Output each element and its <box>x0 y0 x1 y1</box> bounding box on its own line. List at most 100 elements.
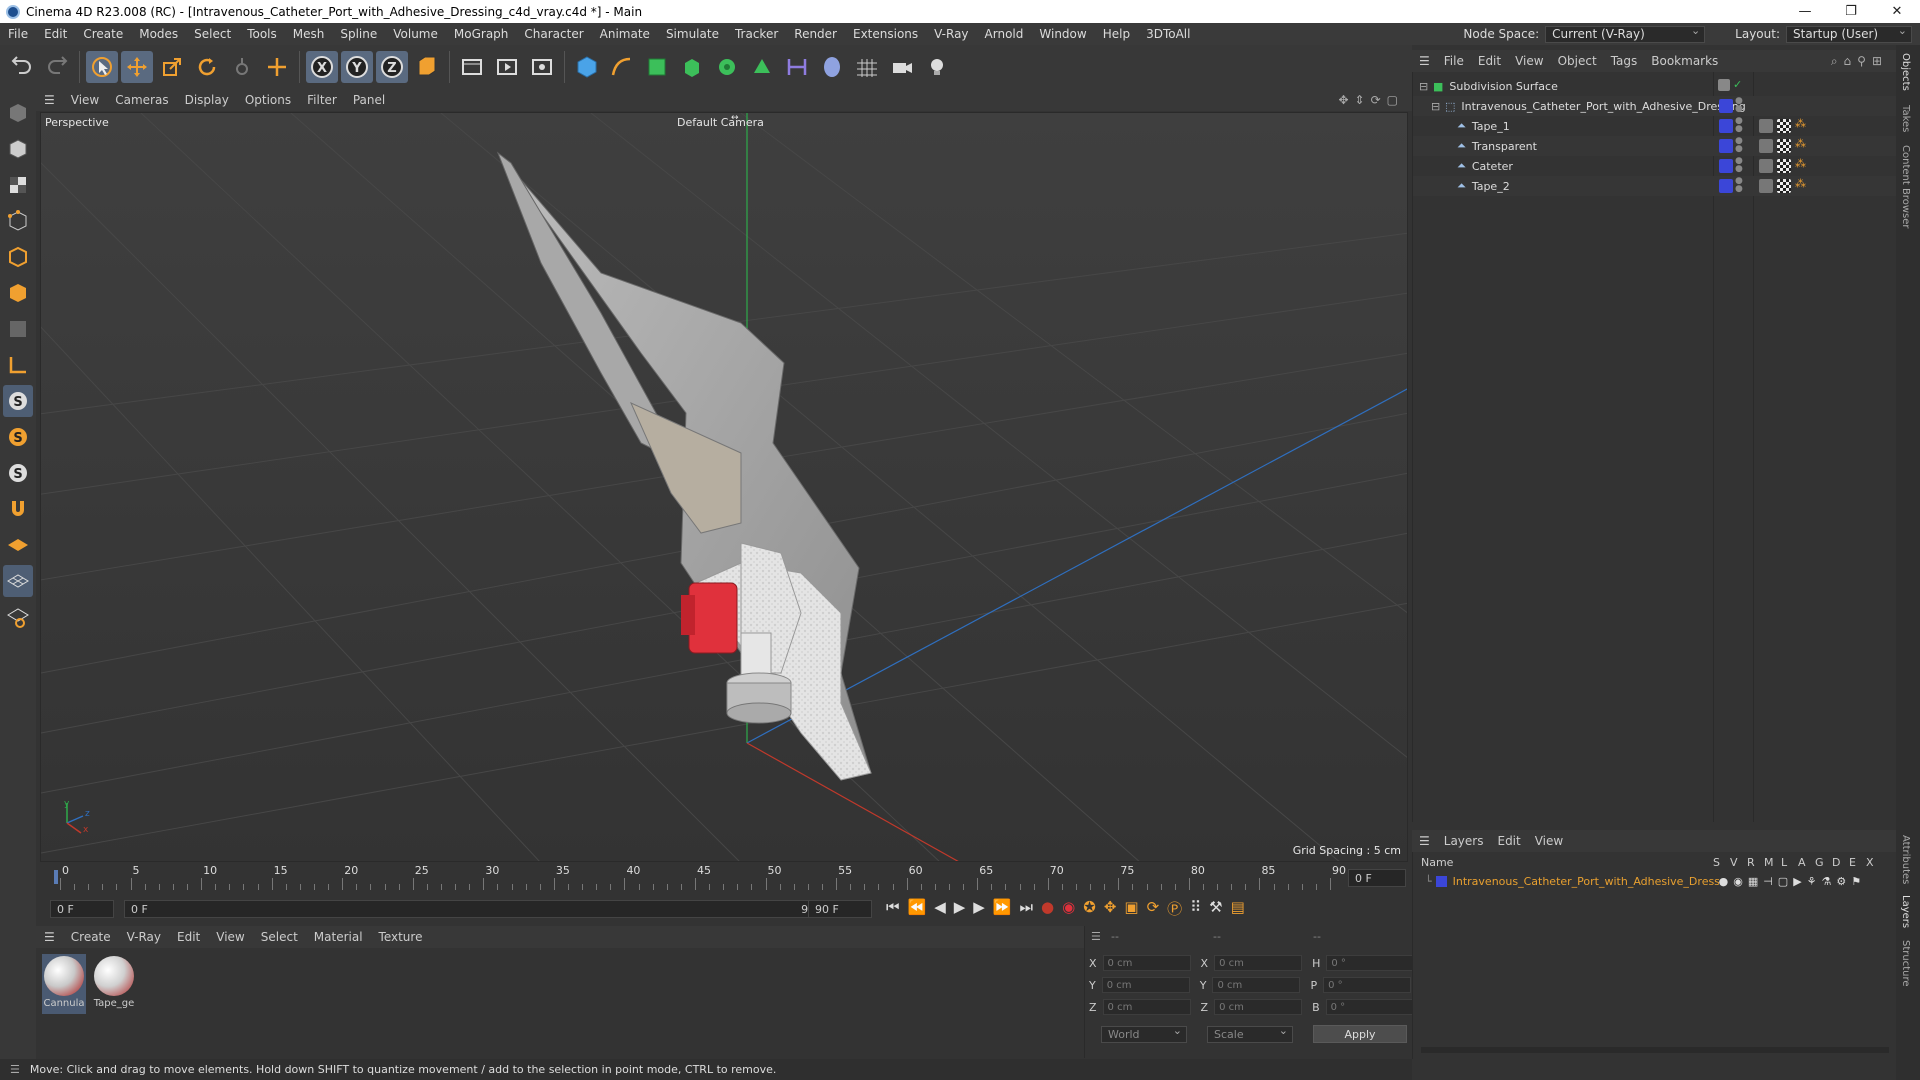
status-menu-icon[interactable]: ☰ <box>0 1063 30 1076</box>
menu-3dtoall[interactable]: 3DToAll <box>1138 27 1198 41</box>
active-camera-label[interactable]: Default Camera <box>677 116 764 129</box>
minimize-button[interactable]: — <box>1782 0 1828 23</box>
material-menu-material[interactable]: Material <box>306 930 371 944</box>
layer-menu-view[interactable]: View <box>1528 834 1570 848</box>
side-tab-layers[interactable]: Layers <box>1900 895 1911 928</box>
redo-icon[interactable] <box>41 51 73 83</box>
layer-color-swatch[interactable] <box>1719 159 1733 173</box>
menu-animate[interactable]: Animate <box>592 27 658 41</box>
uvw-tag-icon[interactable] <box>1777 139 1791 153</box>
viewport-menu-filter[interactable]: Filter <box>299 93 345 107</box>
enabled-check-icon[interactable]: ✓ <box>1733 78 1742 91</box>
next-frame-icon[interactable]: ▶ <box>973 898 985 919</box>
viewport-menu-panel[interactable]: Panel <box>345 93 393 107</box>
start-frame-field[interactable]: 0 F <box>50 900 114 918</box>
tweak-magnet-icon[interactable] <box>3 493 33 525</box>
object-row-catheter-port[interactable]: ⊟ ⬚ Intravenous_Catheter_Port_with_Adhes… <box>1413 96 1897 116</box>
object-menu-object[interactable]: Object <box>1551 54 1604 68</box>
rotate-tool-icon[interactable] <box>191 51 223 83</box>
floor-grid-icon[interactable] <box>851 51 883 83</box>
render-settings-icon[interactable] <box>526 51 558 83</box>
size-mode-dropdown[interactable]: Scale <box>1207 1024 1293 1043</box>
layer-row[interactable]: └ Intravenous_Catheter_Port_with_Adhesiv… <box>1413 872 1897 890</box>
menu-render[interactable]: Render <box>786 27 845 41</box>
model-mode-icon[interactable] <box>3 133 33 165</box>
object-row-subdivision-surface[interactable]: ⊟ ■ Subdivision Surface ✓ <box>1413 76 1897 96</box>
camera-link-icon[interactable]: ↔ <box>731 113 739 123</box>
size-y-field[interactable]: 0 cm <box>1212 977 1301 993</box>
deformer-icon[interactable] <box>746 51 778 83</box>
layer-flag-icons[interactable]: ●◉▦⊣▢▶⚘⚗⚙⚑ <box>1719 875 1866 888</box>
material-tag-icon[interactable] <box>1759 159 1773 173</box>
object-manager-search-icons[interactable]: ⌕⌂⚲⊞ <box>1831 54 1888 69</box>
workplane-icon[interactable] <box>3 349 33 381</box>
material-swatch-tape[interactable]: Tape_ge <box>92 954 136 1014</box>
camera-icon[interactable] <box>886 51 918 83</box>
texture-mode-icon[interactable] <box>3 169 33 201</box>
spline-pen-icon[interactable] <box>606 51 638 83</box>
subdivision-surface-icon[interactable] <box>641 51 673 83</box>
coords-menu-icon[interactable]: ☰ <box>1091 930 1101 943</box>
side-tab-objects[interactable]: Objects <box>1900 53 1911 91</box>
size-x-field[interactable]: 0 cm <box>1214 955 1303 971</box>
scale-tool-icon[interactable] <box>156 51 188 83</box>
current-frame-field[interactable]: 0 F <box>1348 869 1406 887</box>
cube-primitive-icon[interactable] <box>571 51 603 83</box>
material-swatch-cannula[interactable]: Cannula <box>42 954 86 1014</box>
layer-menu-icon[interactable]: ☰ <box>1412 834 1437 848</box>
coordinate-system-icon[interactable] <box>411 51 443 83</box>
live-selection-icon[interactable] <box>226 51 258 83</box>
layer-color-swatch[interactable] <box>1719 179 1733 193</box>
close-button[interactable]: ✕ <box>1874 0 1920 23</box>
play-icon[interactable]: ▶ <box>954 898 966 919</box>
end-frame-field[interactable]: 90 F <box>808 900 872 918</box>
menu-simulate[interactable]: Simulate <box>658 27 727 41</box>
side-tab-content-browser[interactable]: Content Browser <box>1900 145 1911 228</box>
material-menu-create[interactable]: Create <box>63 930 119 944</box>
menu-help[interactable]: Help <box>1095 27 1138 41</box>
object-menu-bookmarks[interactable]: Bookmarks <box>1644 54 1725 68</box>
uvw-tag-icon[interactable] <box>1777 159 1791 173</box>
rot-b-field[interactable]: 0 ° <box>1325 999 1414 1015</box>
viewport-menu-display[interactable]: Display <box>177 93 237 107</box>
z-axis-lock-icon[interactable]: Z <box>376 51 408 83</box>
visibility-dots-icon[interactable]: ● ● <box>1735 97 1743 114</box>
keyframe-selection-icon[interactable]: ✪ <box>1083 898 1096 919</box>
pos-x-field[interactable]: 0 cm <box>1102 955 1191 971</box>
menu-window[interactable]: Window <box>1031 27 1094 41</box>
rot-h-field[interactable]: 0 ° <box>1326 955 1415 971</box>
render-view-icon[interactable] <box>456 51 488 83</box>
coordinate-mode-dropdown[interactable]: World <box>1101 1024 1187 1043</box>
rot-p-field[interactable]: 0 ° <box>1323 977 1412 993</box>
viewport-menu-cameras[interactable]: Cameras <box>107 93 176 107</box>
layer-horizontal-scrollbar[interactable] <box>1421 1047 1889 1053</box>
vray-tag-icon[interactable]: ⁂ <box>1795 117 1806 130</box>
material-menu-texture[interactable]: Texture <box>371 930 431 944</box>
make-editable-icon[interactable] <box>3 97 33 129</box>
viewport-menu-icon[interactable]: ☰ <box>36 93 63 107</box>
material-menu-select[interactable]: Select <box>253 930 306 944</box>
menu-extensions[interactable]: Extensions <box>845 27 926 41</box>
layer-color-swatch[interactable] <box>1719 119 1733 133</box>
menu-character[interactable]: Character <box>516 27 591 41</box>
locked-workplane-icon[interactable] <box>3 601 33 633</box>
maximize-button[interactable]: ❐ <box>1828 0 1874 23</box>
menu-mograph[interactable]: MoGraph <box>446 27 517 41</box>
pos-y-field[interactable]: 0 cm <box>1101 977 1190 993</box>
viewport-navigation-icons[interactable]: ✥⇕⟳▢ <box>1338 93 1404 107</box>
mograph-cloner-icon[interactable] <box>711 51 743 83</box>
polygon-mode-icon[interactable] <box>3 277 33 309</box>
object-menu-file[interactable]: File <box>1437 54 1471 68</box>
layer-menu-layers[interactable]: Layers <box>1437 834 1491 848</box>
go-to-end-icon[interactable]: ⏭ <box>1020 898 1034 919</box>
motion-timeline-icon[interactable]: ⚒ <box>1209 898 1222 919</box>
visibility-dots-icon[interactable]: ● ● <box>1735 117 1743 134</box>
transform-tool-icon[interactable] <box>261 51 293 83</box>
edge-mode-icon[interactable] <box>3 241 33 273</box>
x-axis-lock-icon[interactable]: X <box>306 51 338 83</box>
autokey-icon[interactable]: ◉ <box>1062 898 1075 919</box>
timeline-ruler[interactable]: 0 5 10 15 20 25 30 35 40 45 50 55 60 65 70 75 80 85 90 0 F <box>40 862 1408 894</box>
previous-frame-icon[interactable]: ◀ <box>934 898 946 919</box>
previous-key-icon[interactable]: ⏪ <box>908 898 927 919</box>
position-key-icon[interactable]: ✥ <box>1104 898 1117 919</box>
